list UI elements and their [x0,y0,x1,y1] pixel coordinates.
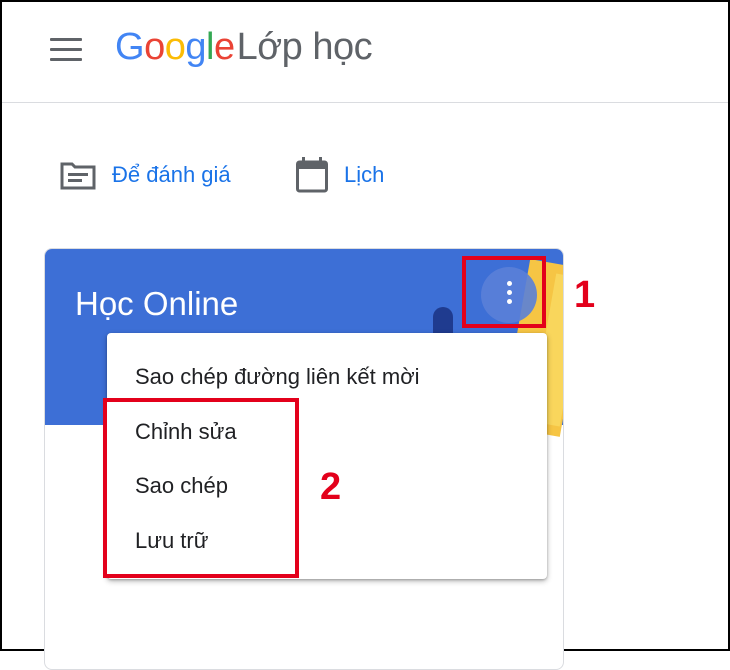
calendar-icon [296,157,328,193]
main-menu-icon[interactable] [50,38,82,62]
nav-calendar[interactable]: Lịch [296,155,384,195]
brand-letter: e [213,26,235,68]
brand-letter: l [205,26,214,68]
menu-item-copy-invite-link[interactable]: Sao chép đường liên kết mời [135,364,420,390]
brand-letter: g [185,26,206,68]
annotation-number: 1 [574,274,596,316]
annotation-number: 2 [320,466,342,508]
brand-letter: o [164,26,186,68]
app-logo[interactable]: GoogleLớp học [115,26,373,69]
top-app-bar: GoogleLớp học [2,2,728,103]
brand-letter: G [115,26,145,68]
to-review-label: Để đánh giá [112,162,231,187]
nav-to-review[interactable]: Để đánh giá [60,155,231,195]
brand-letter: o [144,26,165,68]
product-name: Lớp học [236,26,373,68]
calendar-label: Lịch [344,162,385,187]
assignment-icon [60,162,96,190]
class-title[interactable]: Học Online [75,285,238,323]
annotation-highlight-box [462,256,546,328]
annotation-highlight-box [103,398,299,578]
google-wordmark: Google [115,26,235,68]
